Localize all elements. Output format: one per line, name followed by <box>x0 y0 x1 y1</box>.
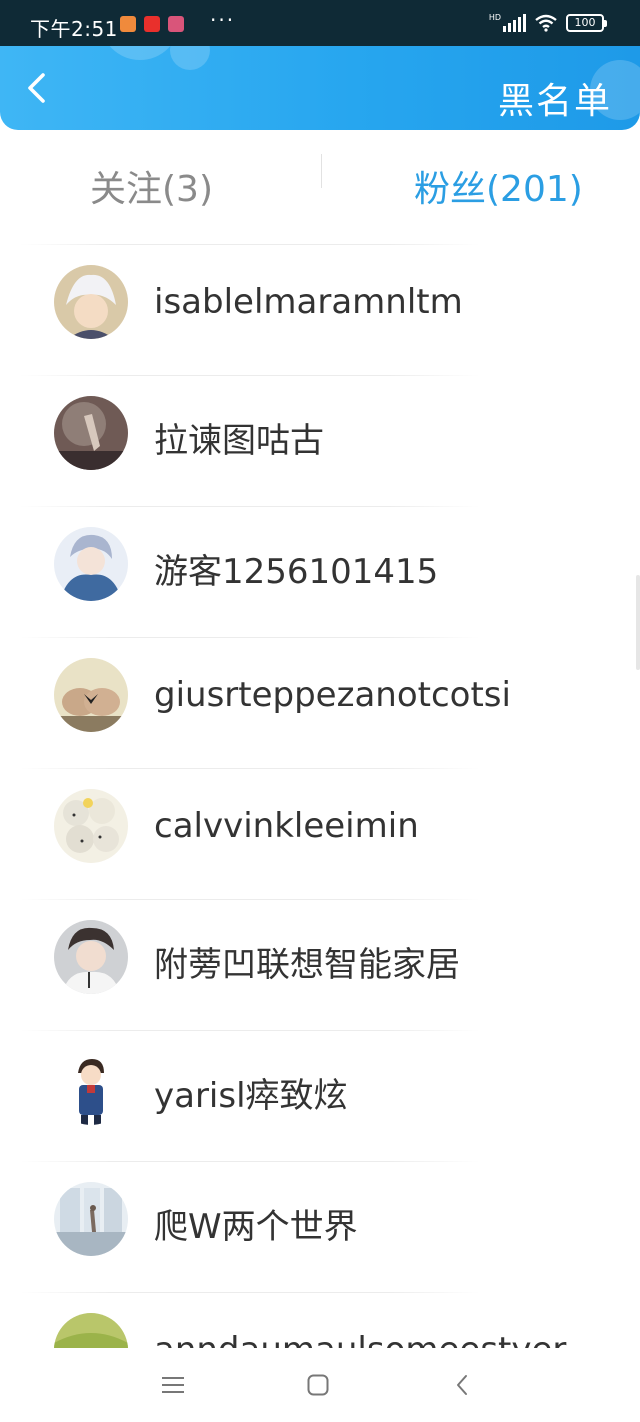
user-name: anndaumaulsomeestyer <box>154 1330 566 1348</box>
avatar <box>54 789 128 863</box>
status-indicators: HD 100 <box>488 12 607 32</box>
recent-apps-button[interactable] <box>153 1368 193 1402</box>
user-name: 爬W两个世界 <box>154 1207 358 1247</box>
avatar <box>54 920 128 994</box>
avatar <box>54 1182 128 1256</box>
row-divider <box>20 899 480 900</box>
home-button[interactable] <box>298 1368 338 1402</box>
hd-label: HD <box>488 12 501 22</box>
user-name: isablelmaramnltm <box>154 282 463 322</box>
news-app-icon <box>144 16 160 32</box>
menu-icon <box>162 1377 184 1393</box>
notification-icons <box>120 16 184 32</box>
tab-fans[interactable]: 粉丝(201) <box>414 160 583 212</box>
header-area: 下午2:51 ··· HD 100 黑名单 <box>0 0 640 130</box>
user-name: giusrteppezanotcotsi <box>154 675 511 715</box>
system-back-button[interactable] <box>442 1368 482 1402</box>
tab-divider <box>321 154 322 188</box>
avatar <box>54 1051 128 1125</box>
user-name: 附蒡凹联想智能家居 <box>154 945 460 985</box>
title-bar: 黑名单 <box>0 46 640 130</box>
list-item[interactable]: yarisl瘁致炫 <box>0 1030 640 1161</box>
scrollbar[interactable] <box>636 575 640 670</box>
status-time: 下午2:51 <box>30 17 118 41</box>
avatar <box>54 396 128 470</box>
more-notifications-icon: ··· <box>210 8 236 32</box>
user-name: 游客1256101415 <box>154 552 439 592</box>
list-item[interactable]: 游客1256101415 <box>0 506 640 637</box>
battery-level: 100 <box>574 16 596 29</box>
tab-following[interactable]: 关注(3) <box>90 160 213 212</box>
list-item[interactable]: 拉谏图咕古 <box>0 375 640 506</box>
row-divider <box>20 375 480 376</box>
row-divider <box>20 1030 480 1031</box>
battery-icon: 100 <box>566 14 607 32</box>
user-list: isablelmaramnltm 拉谏图咕古 游客1256101415 gius… <box>0 244 640 1348</box>
list-item[interactable]: anndaumaulsomeestyer <box>0 1292 640 1348</box>
avatar <box>54 1313 128 1348</box>
back-triangle-icon <box>457 1375 467 1395</box>
page-title: 黑名单 <box>497 81 612 122</box>
mail-app-icon <box>120 16 136 32</box>
row-divider <box>20 1292 480 1293</box>
store-app-icon <box>168 16 184 32</box>
row-divider <box>20 637 480 638</box>
row-divider <box>20 768 480 769</box>
user-name: 拉谏图咕古 <box>154 421 324 461</box>
list-item[interactable]: 附蒡凹联想智能家居 <box>0 899 640 1030</box>
avatar <box>54 527 128 601</box>
avatar <box>54 658 128 732</box>
row-divider <box>20 506 480 507</box>
list-item[interactable]: giusrteppezanotcotsi <box>0 637 640 768</box>
home-square-icon <box>307 1374 329 1396</box>
chevron-left-icon <box>28 73 45 103</box>
row-divider <box>20 1161 480 1162</box>
list-item[interactable]: isablelmaramnltm <box>0 244 640 375</box>
wifi-icon <box>535 14 557 32</box>
list-item[interactable]: calvvinkleeimin <box>0 768 640 899</box>
system-nav-bar <box>0 1348 640 1422</box>
back-button[interactable] <box>14 66 58 110</box>
list-item[interactable]: 爬W两个世界 <box>0 1161 640 1292</box>
status-bar: 下午2:51 ··· HD 100 <box>0 0 640 46</box>
signal-icon <box>503 14 526 32</box>
tab-bar: 关注(3) 粉丝(201) <box>0 140 640 230</box>
avatar <box>54 265 128 339</box>
row-divider <box>20 244 480 245</box>
user-name: yarisl瘁致炫 <box>154 1076 348 1116</box>
user-name: calvvinkleeimin <box>154 806 419 846</box>
